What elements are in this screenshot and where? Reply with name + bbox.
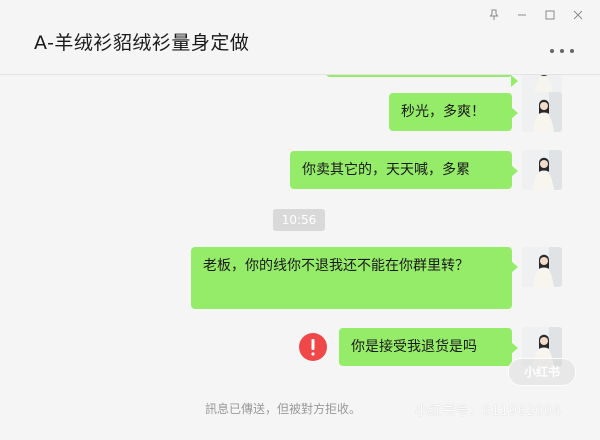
maximize-button[interactable] (536, 4, 564, 26)
minimize-icon (518, 14, 526, 16)
pin-icon (489, 9, 499, 20)
watermark-badge: 小红书 (508, 358, 576, 386)
close-icon (573, 10, 583, 20)
close-button[interactable] (564, 4, 592, 26)
message-list[interactable]: 秒光，多爽！ 你卖其它的，天天喊，多累 10:56 老板，你的线你不退我还不能在… (0, 75, 600, 440)
message-bubble[interactable] (326, 75, 518, 87)
watermark-account: 小红书号：611962094 (415, 404, 562, 419)
message-bubble[interactable]: 你卖其它的，天天喊，多累 (290, 151, 518, 189)
more-icon-dot (570, 49, 574, 53)
minimize-button[interactable] (508, 4, 536, 26)
message-bubble[interactable]: 老板，你的线你不退我还不能在你群里转？ (191, 247, 518, 309)
more-options-button[interactable] (550, 44, 574, 58)
avatar[interactable] (522, 150, 562, 190)
avatar-image (522, 247, 562, 287)
avatar-image (522, 92, 562, 132)
window-controls (480, 4, 592, 26)
message-bubble[interactable]: 秒光，多爽！ (389, 93, 518, 131)
exclamation-icon (311, 339, 315, 356)
pin-button[interactable] (480, 4, 508, 26)
avatar[interactable] (522, 92, 562, 132)
maximize-icon (545, 10, 555, 20)
more-icon-dot (560, 49, 564, 53)
message-bubble[interactable]: 你是接受我退货是吗 (339, 328, 518, 366)
avatar[interactable] (522, 247, 562, 287)
send-failed-icon[interactable] (299, 333, 327, 361)
chat-window: A-羊绒衫貂绒衫量身定做 秒光，多爽！ 你卖其它的，天天喊，多累 10:56 老… (0, 0, 600, 440)
timestamp-divider: 10:56 (273, 209, 325, 231)
more-icon-dot (550, 49, 554, 53)
chat-title: A-羊绒衫貂绒衫量身定做 (34, 32, 250, 54)
message-rejected-notice: 訊息已傳送，但被對方拒收。 (205, 402, 362, 416)
avatar-image (522, 150, 562, 190)
